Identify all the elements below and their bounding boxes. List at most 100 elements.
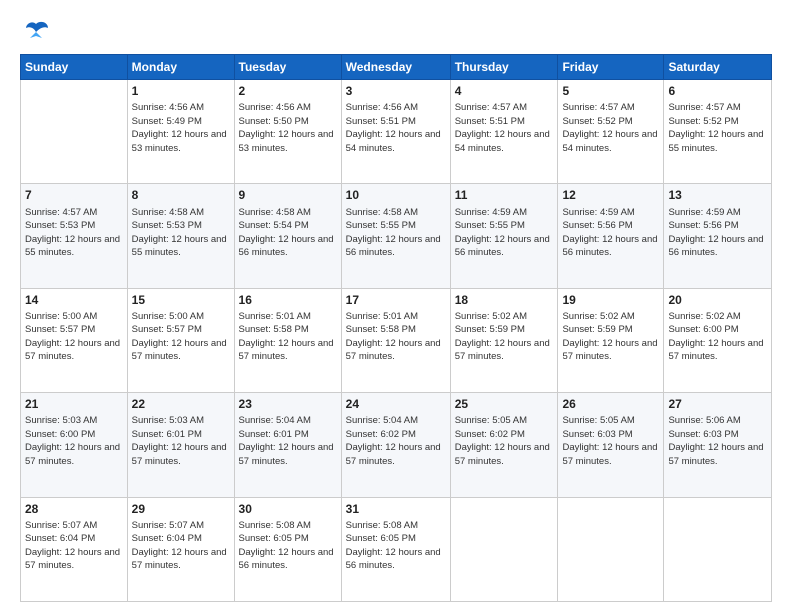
calendar-week-row: 21 Sunrise: 5:03 AMSunset: 6:00 PMDayligh…: [21, 393, 772, 497]
table-row: 24 Sunrise: 5:04 AMSunset: 6:02 PMDayligh…: [341, 393, 450, 497]
day-number: 9: [239, 187, 337, 203]
day-number: 25: [455, 396, 554, 412]
col-sunday: Sunday: [21, 55, 128, 80]
day-number: 18: [455, 292, 554, 308]
day-number: 19: [562, 292, 659, 308]
day-number: 29: [132, 501, 230, 517]
day-number: 11: [455, 187, 554, 203]
day-info: Sunrise: 4:56 AMSunset: 5:49 PMDaylight:…: [132, 102, 227, 154]
day-info: Sunrise: 4:58 AMSunset: 5:54 PMDaylight:…: [239, 207, 334, 259]
table-row: 20 Sunrise: 5:02 AMSunset: 6:00 PMDayligh…: [664, 288, 772, 392]
col-friday: Friday: [558, 55, 664, 80]
table-row: 23 Sunrise: 5:04 AMSunset: 6:01 PMDayligh…: [234, 393, 341, 497]
table-row: 18 Sunrise: 5:02 AMSunset: 5:59 PMDayligh…: [450, 288, 558, 392]
table-row: 30Sunrise: 5:08 AMSunset: 6:05 PMDayligh…: [234, 497, 341, 601]
day-number: 28: [25, 501, 123, 517]
header: [20, 18, 772, 44]
day-number: 27: [668, 396, 767, 412]
day-info: Sunrise: 5:01 AMSunset: 5:58 PMDaylight:…: [239, 311, 334, 363]
day-info: Sunrise: 5:02 AMSunset: 5:59 PMDaylight:…: [455, 311, 550, 363]
calendar-table: Sunday Monday Tuesday Wednesday Thursday…: [20, 54, 772, 602]
table-row: 6 Sunrise: 4:57 AMSunset: 5:52 PMDaylight…: [664, 80, 772, 184]
logo-text-block: [20, 22, 50, 44]
table-row: 1 Sunrise: 4:56 AMSunset: 5:49 PMDaylight…: [127, 80, 234, 184]
col-thursday: Thursday: [450, 55, 558, 80]
table-row: 22Sunrise: 5:03 AMSunset: 6:01 PMDayligh…: [127, 393, 234, 497]
table-row: 12 Sunrise: 4:59 AMSunset: 5:56 PMDayligh…: [558, 184, 664, 288]
day-number: 16: [239, 292, 337, 308]
table-row: 28Sunrise: 5:07 AMSunset: 6:04 PMDayligh…: [21, 497, 128, 601]
day-info: Sunrise: 5:03 AMSunset: 6:00 PMDaylight:…: [25, 415, 120, 467]
table-row: 31 Sunrise: 5:08 AMSunset: 6:05 PMDayligh…: [341, 497, 450, 601]
day-info: Sunrise: 4:57 AMSunset: 5:52 PMDaylight:…: [668, 102, 763, 154]
day-info: Sunrise: 5:01 AMSunset: 5:58 PMDaylight:…: [346, 311, 441, 363]
day-info: Sunrise: 5:02 AMSunset: 6:00 PMDaylight:…: [668, 311, 763, 363]
table-row: 11 Sunrise: 4:59 AMSunset: 5:55 PMDayligh…: [450, 184, 558, 288]
day-info: Sunrise: 5:08 AMSunset: 6:05 PMDaylight:…: [239, 520, 334, 572]
day-info: Sunrise: 5:00 AMSunset: 5:57 PMDaylight:…: [25, 311, 120, 363]
table-row: 27 Sunrise: 5:06 AMSunset: 6:03 PMDayligh…: [664, 393, 772, 497]
day-number: 1: [132, 83, 230, 99]
logo-bird-icon: [22, 20, 50, 42]
table-row: 2 Sunrise: 4:56 AMSunset: 5:50 PMDaylight…: [234, 80, 341, 184]
day-number: 3: [346, 83, 446, 99]
day-info: Sunrise: 5:00 AMSunset: 5:57 PMDaylight:…: [132, 311, 227, 363]
table-row: 29 Sunrise: 5:07 AMSunset: 6:04 PMDayligh…: [127, 497, 234, 601]
day-number: 12: [562, 187, 659, 203]
day-info: Sunrise: 5:06 AMSunset: 6:03 PMDaylight:…: [668, 415, 763, 467]
table-row: 4 Sunrise: 4:57 AMSunset: 5:51 PMDaylight…: [450, 80, 558, 184]
day-number: 31: [346, 501, 446, 517]
calendar-week-row: 14Sunrise: 5:00 AMSunset: 5:57 PMDayligh…: [21, 288, 772, 392]
day-info: Sunrise: 4:57 AMSunset: 5:53 PMDaylight:…: [25, 207, 120, 259]
day-info: Sunrise: 5:04 AMSunset: 6:02 PMDaylight:…: [346, 415, 441, 467]
table-row: 16 Sunrise: 5:01 AMSunset: 5:58 PMDayligh…: [234, 288, 341, 392]
day-number: 8: [132, 187, 230, 203]
day-number: 15: [132, 292, 230, 308]
day-info: Sunrise: 4:57 AMSunset: 5:51 PMDaylight:…: [455, 102, 550, 154]
day-number: 6: [668, 83, 767, 99]
day-number: 4: [455, 83, 554, 99]
day-number: 26: [562, 396, 659, 412]
page: Sunday Monday Tuesday Wednesday Thursday…: [0, 0, 792, 612]
day-number: 23: [239, 396, 337, 412]
table-row: 14Sunrise: 5:00 AMSunset: 5:57 PMDayligh…: [21, 288, 128, 392]
day-info: Sunrise: 4:59 AMSunset: 5:56 PMDaylight:…: [562, 207, 657, 259]
table-row: [664, 497, 772, 601]
table-row: 8 Sunrise: 4:58 AMSunset: 5:53 PMDaylight…: [127, 184, 234, 288]
day-info: Sunrise: 4:58 AMSunset: 5:55 PMDaylight:…: [346, 207, 441, 259]
table-row: [21, 80, 128, 184]
day-number: 17: [346, 292, 446, 308]
table-row: 19 Sunrise: 5:02 AMSunset: 5:59 PMDayligh…: [558, 288, 664, 392]
day-info: Sunrise: 5:04 AMSunset: 6:01 PMDaylight:…: [239, 415, 334, 467]
day-info: Sunrise: 5:02 AMSunset: 5:59 PMDaylight:…: [562, 311, 657, 363]
day-number: 7: [25, 187, 123, 203]
col-wednesday: Wednesday: [341, 55, 450, 80]
day-info: Sunrise: 5:05 AMSunset: 6:03 PMDaylight:…: [562, 415, 657, 467]
day-number: 24: [346, 396, 446, 412]
calendar-week-row: 28 Sunrise: 5:07 AMSunset: 6:04 PMDayligh…: [21, 497, 772, 601]
day-info: Sunrise: 4:57 AMSunset: 5:52 PMDaylight:…: [562, 102, 657, 154]
day-info: Sunrise: 5:08 AMSunset: 6:05 PMDaylight:…: [346, 520, 441, 572]
day-info: Sunrise: 4:58 AMSunset: 5:53 PMDaylight:…: [132, 207, 227, 259]
table-row: [450, 497, 558, 601]
calendar-week-row: 7 Sunrise: 4:57 AMSunset: 5:53 PMDaylight…: [21, 184, 772, 288]
day-number: 21: [25, 396, 123, 412]
table-row: 15 Sunrise: 5:00 AMSunset: 5:57 PMDayligh…: [127, 288, 234, 392]
table-row: 7 Sunrise: 4:57 AMSunset: 5:53 PMDaylight…: [21, 184, 128, 288]
day-number: 2: [239, 83, 337, 99]
logo: [20, 22, 50, 44]
table-row: 9 Sunrise: 4:58 AMSunset: 5:54 PMDaylight…: [234, 184, 341, 288]
table-row: 13Sunrise: 4:59 AMSunset: 5:56 PMDayligh…: [664, 184, 772, 288]
day-number: 10: [346, 187, 446, 203]
day-number: 22: [132, 396, 230, 412]
day-info: Sunrise: 4:56 AMSunset: 5:50 PMDaylight:…: [239, 102, 334, 154]
day-number: 20: [668, 292, 767, 308]
table-row: 21 Sunrise: 5:03 AMSunset: 6:00 PMDayligh…: [21, 393, 128, 497]
table-row: 10 Sunrise: 4:58 AMSunset: 5:55 PMDayligh…: [341, 184, 450, 288]
day-info: Sunrise: 4:56 AMSunset: 5:51 PMDaylight:…: [346, 102, 441, 154]
col-saturday: Saturday: [664, 55, 772, 80]
col-tuesday: Tuesday: [234, 55, 341, 80]
day-number: 13: [668, 187, 767, 203]
day-info: Sunrise: 4:59 AMSunset: 5:55 PMDaylight:…: [455, 207, 550, 259]
day-info: Sunrise: 5:07 AMSunset: 6:04 PMDaylight:…: [132, 520, 227, 572]
